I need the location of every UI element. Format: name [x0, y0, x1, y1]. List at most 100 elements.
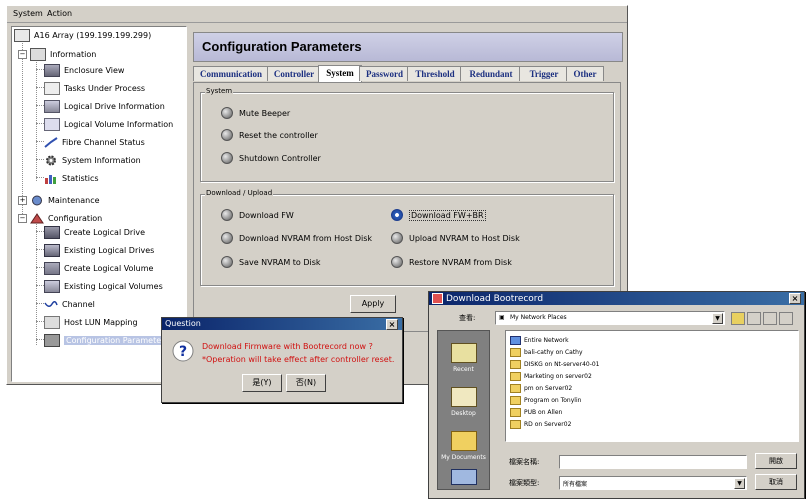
tree-item-logical-drive-information[interactable]: Logical Drive Information: [44, 99, 165, 113]
filetype-select[interactable]: 所有檔案 ▼: [559, 476, 747, 490]
tree-item-maintenance[interactable]: Maintenance: [30, 193, 100, 207]
download-upload-group: Download / Upload Download FW Download N…: [200, 189, 614, 286]
gear-icon: [46, 155, 56, 165]
tab-controller[interactable]: Controller: [267, 66, 321, 81]
download-group-title: Download / Upload: [205, 189, 274, 197]
no-button[interactable]: 否(N): [286, 374, 326, 392]
expand-maintenance[interactable]: +: [18, 196, 27, 205]
radio-button-checked-icon: [391, 209, 403, 221]
network-places-icon: ▣: [499, 314, 505, 321]
list-item[interactable]: Program on Tonylin: [510, 395, 581, 405]
tab-communication[interactable]: Communication: [193, 66, 269, 81]
system-group-title: System: [205, 87, 234, 95]
enclosure-icon: [44, 63, 60, 77]
folder-icon: [510, 359, 521, 369]
list-item[interactable]: Marketing on server02: [510, 371, 592, 381]
tree-item-existing-logical-volumes[interactable]: Existing Logical Volumes: [44, 279, 163, 293]
view-menu-icon[interactable]: [763, 312, 777, 325]
radio-download-nvram[interactable]: Download NVRAM from Host Disk: [221, 232, 372, 244]
tab-other[interactable]: Other: [566, 66, 604, 81]
tab-password[interactable]: Password: [359, 66, 410, 81]
place-desktop[interactable]: Desktop: [438, 387, 489, 417]
question-dialog: Question × ? Download Firmware with Boot…: [161, 317, 403, 403]
list-item[interactable]: pm on Server02: [510, 383, 572, 393]
radio-save-nvram[interactable]: Save NVRAM to Disk: [221, 256, 321, 268]
question-close-button[interactable]: ×: [386, 319, 398, 330]
tree-item-logical-volume-information[interactable]: Logical Volume Information: [44, 117, 173, 131]
logical-volume-icon: [44, 117, 60, 131]
tree-item-host-lun-mapping[interactable]: Host LUN Mapping: [44, 315, 138, 329]
radio-shutdown-controller[interactable]: Shutdown Controller: [221, 152, 321, 164]
place-my-documents[interactable]: My Documents: [438, 431, 489, 461]
radio-upload-nvram[interactable]: Upload NVRAM to Host Disk: [391, 232, 520, 244]
list-item[interactable]: DISKG on Nt-server40-01: [510, 359, 600, 369]
tab-redundant[interactable]: Redundant: [460, 66, 522, 81]
chevron-down-icon[interactable]: ▼: [712, 313, 723, 324]
bootrecord-titlebar: Download Bootrecord: [429, 292, 804, 305]
tree-item-statistics[interactable]: Statistics: [44, 171, 99, 185]
tree-item-information[interactable]: Information: [30, 47, 96, 61]
filename-input[interactable]: [559, 455, 747, 469]
place-recent[interactable]: Recent: [438, 343, 489, 373]
expand-configuration[interactable]: −: [18, 214, 27, 223]
details-view-icon[interactable]: [779, 312, 793, 325]
expand-information[interactable]: −: [18, 50, 27, 59]
tab-trigger[interactable]: Trigger: [519, 66, 569, 81]
place-my-computer[interactable]: [438, 469, 489, 488]
yes-button[interactable]: 是(Y): [242, 374, 282, 392]
tab-system[interactable]: System: [318, 65, 362, 82]
svg-text:?: ?: [179, 344, 187, 360]
file-list: Entire Network bali-cathy on Cathy DISKG…: [505, 330, 799, 442]
tree-item-channel[interactable]: Channel: [44, 297, 95, 311]
bootrecord-close-button[interactable]: ×: [789, 293, 801, 304]
network-icon: [510, 335, 521, 345]
tree-item-tasks-under-process[interactable]: Tasks Under Process: [44, 81, 145, 95]
radio-reset-controller[interactable]: Reset the controller: [221, 129, 318, 141]
apply-button[interactable]: Apply: [350, 295, 396, 313]
radio-download-fw-br[interactable]: Download FW+BR: [391, 209, 486, 221]
tree-root-array[interactable]: A16 Array (199.199.199.299): [14, 28, 151, 42]
configuration-icon: [30, 212, 44, 223]
new-folder-icon[interactable]: [747, 312, 761, 325]
desktop-icon: [450, 387, 477, 407]
app-icon: [432, 293, 443, 304]
list-item[interactable]: bali-cathy on Cathy: [510, 347, 583, 357]
download-bootrecord-dialog: Download Bootrecord × 查看: ▣ My Network P…: [428, 291, 805, 499]
up-folder-icon[interactable]: [731, 312, 745, 325]
folder-icon: [450, 431, 477, 451]
list-item[interactable]: RD on Server02: [510, 419, 571, 429]
lun-mapping-icon: [44, 315, 60, 329]
tree-item-fibre-channel-status[interactable]: Fibre Channel Status: [44, 135, 145, 149]
radio-button-icon: [221, 209, 233, 221]
folder-icon: [510, 407, 521, 417]
menubar: System Action: [7, 6, 627, 23]
list-item[interactable]: PUB on Allen: [510, 407, 562, 417]
tree-item-system-information[interactable]: System Information: [44, 153, 141, 167]
places-bar: Recent Desktop My Documents: [437, 330, 490, 490]
cancel-button[interactable]: 取消: [755, 474, 797, 490]
tree-item-configuration-parameters[interactable]: Configuration Parameters: [44, 333, 171, 347]
question-message-line2: *Operation will take effect after contro…: [202, 355, 395, 364]
question-titlebar: Question: [162, 318, 402, 330]
lookin-combo[interactable]: ▣ My Network Places ▼: [495, 311, 725, 325]
tab-bar: Communication Controller System Password…: [193, 65, 623, 82]
menu-system[interactable]: System: [13, 9, 43, 18]
channel-icon: [44, 300, 58, 307]
system-group: System Mute Beeper Reset the controller …: [200, 87, 614, 182]
radio-mute-beeper[interactable]: Mute Beeper: [221, 107, 290, 119]
question-message-line1: Download Firmware with Bootrecord now ?: [202, 342, 373, 351]
tab-threshold[interactable]: Threshold: [407, 66, 463, 81]
list-item[interactable]: Entire Network: [510, 335, 569, 345]
tasks-icon: [44, 81, 60, 95]
chevron-down-icon[interactable]: ▼: [734, 478, 745, 489]
open-button[interactable]: 開啟: [755, 453, 797, 469]
radio-restore-nvram[interactable]: Restore NVRAM from Disk: [391, 256, 512, 268]
filetype-label: 檔案類型:: [509, 479, 540, 487]
tree-item-existing-logical-drives[interactable]: Existing Logical Drives: [44, 243, 154, 257]
radio-download-fw[interactable]: Download FW: [221, 209, 294, 221]
tree-item-configuration[interactable]: Configuration: [30, 211, 102, 225]
tree-item-create-logical-volume[interactable]: Create Logical Volume: [44, 261, 153, 275]
menu-action[interactable]: Action: [47, 9, 72, 18]
tree-item-enclosure-view[interactable]: Enclosure View: [44, 63, 124, 77]
tree-item-create-logical-drive[interactable]: Create Logical Drive: [44, 225, 145, 239]
